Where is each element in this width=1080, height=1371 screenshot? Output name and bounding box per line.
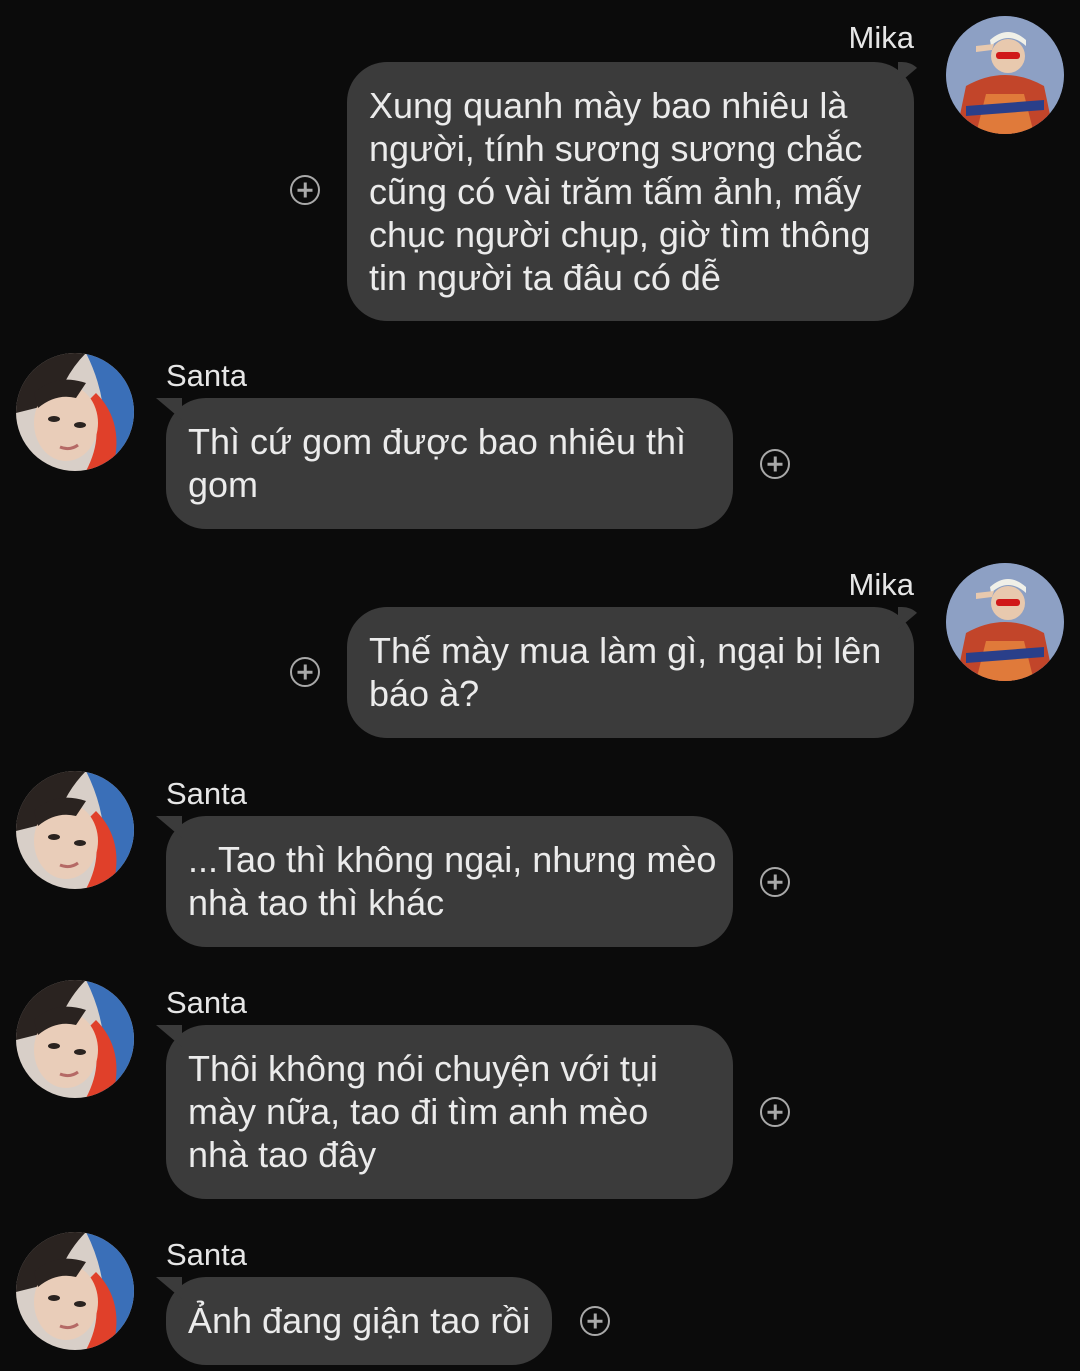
message-text-line: mày nữa, tao đi tìm anh mèo: [188, 1091, 649, 1132]
message-text-line: Thế mày mua làm gì, ngại bị lên: [369, 630, 882, 671]
message-text-line: tin người ta đâu có dễ: [369, 257, 721, 298]
sender-name: Mika: [848, 20, 914, 55]
avatar-mika[interactable]: [946, 16, 1064, 134]
message-bubble[interactable]: Thế mày mua làm gì, ngại bị lên báo à?: [347, 607, 914, 738]
message-text-line: gom: [188, 464, 259, 505]
message-text-line: Xung quanh mày bao nhiêu là: [369, 85, 848, 126]
message-text-line: Thôi không nói chuyện với tụi: [188, 1048, 658, 1089]
avatar-santa[interactable]: [16, 1232, 134, 1350]
avatar-santa[interactable]: [16, 771, 134, 889]
avatar-santa[interactable]: [16, 353, 134, 471]
add-reaction-icon[interactable]: [290, 175, 320, 205]
sender-name: Santa: [166, 985, 248, 1020]
avatar-santa[interactable]: [16, 980, 134, 1098]
message-bubble[interactable]: ...Tao thì không ngại, nhưng mèo nhà tao…: [166, 816, 733, 947]
sender-name: Santa: [166, 358, 248, 393]
sender-name: Santa: [166, 1237, 248, 1272]
message-text-line: báo à?: [369, 673, 480, 714]
message-text-line: Ảnh đang giận tao rồi: [188, 1300, 531, 1341]
message-text-line: người, tính sương sương chắc: [369, 128, 863, 169]
add-reaction-icon[interactable]: [580, 1306, 610, 1336]
sender-name: Mika: [848, 567, 914, 602]
avatar-mika[interactable]: [946, 563, 1064, 681]
message-text-line: chục người chụp, giờ tìm thông: [369, 214, 871, 255]
add-reaction-icon[interactable]: [760, 1097, 790, 1127]
message-text-line: nhà tao thì khác: [188, 882, 445, 923]
message-bubble[interactable]: Thì cứ gom được bao nhiêu thì gom: [166, 398, 733, 529]
message-bubble[interactable]: Ảnh đang giận tao rồi: [166, 1277, 552, 1365]
message-text-line: ...Tao thì không ngại, nhưng mèo: [188, 839, 717, 880]
message-text-line: nhà tao đây: [188, 1134, 377, 1175]
message-text-line: cũng có vài trăm tấm ảnh, mấy: [369, 171, 862, 212]
message-bubble[interactable]: Thôi không nói chuyện với tụi mày nữa, t…: [166, 1025, 733, 1199]
message-text-line: Thì cứ gom được bao nhiêu thì: [188, 421, 687, 462]
add-reaction-icon[interactable]: [760, 867, 790, 897]
sender-name: Santa: [166, 776, 248, 811]
add-reaction-icon[interactable]: [760, 449, 790, 479]
add-reaction-icon[interactable]: [290, 657, 320, 687]
message-bubble[interactable]: Xung quanh mày bao nhiêu là người, tính …: [347, 62, 914, 321]
